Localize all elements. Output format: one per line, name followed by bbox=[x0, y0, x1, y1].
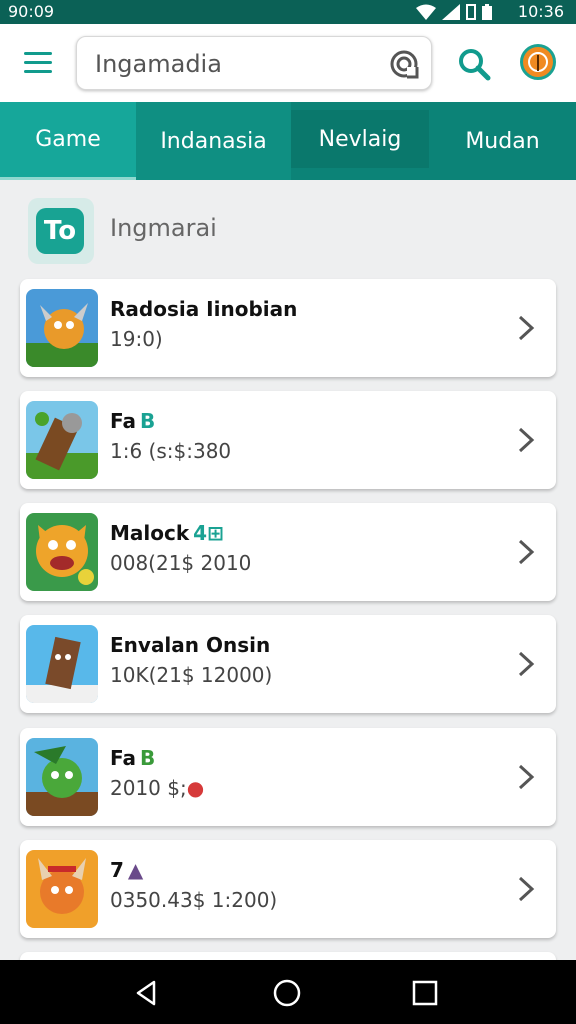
game-badge: B bbox=[140, 746, 156, 770]
search-icon[interactable] bbox=[456, 46, 492, 82]
chevron-right-icon[interactable] bbox=[516, 425, 536, 455]
game-name: Malock 4⊞ bbox=[110, 521, 224, 545]
category-icon-glyph: To bbox=[36, 208, 84, 254]
category-tabs: Game Indanasia Nevlaig Mudan bbox=[0, 102, 576, 180]
game-meta: 008(21$ 2010 bbox=[110, 551, 252, 575]
game-name: Envalan Onsin bbox=[110, 633, 271, 657]
game-badge: 4⊞ bbox=[193, 521, 224, 545]
game-thumbnail bbox=[26, 513, 98, 591]
chevron-right-icon[interactable] bbox=[516, 313, 536, 343]
chevron-right-icon[interactable] bbox=[516, 649, 536, 679]
category-header: To Ingmarai bbox=[0, 180, 576, 276]
list-item[interactable]: 7 ▲ 0350.43$ 1:200) bbox=[20, 840, 556, 938]
game-name: Radosia Iinobian bbox=[110, 297, 298, 321]
game-meta-badge: ● bbox=[186, 776, 205, 800]
tab-game[interactable]: Game bbox=[0, 102, 136, 180]
game-thumbnail bbox=[26, 401, 98, 479]
tab-indanasia[interactable]: Indanasia bbox=[136, 102, 291, 180]
category-title: Ingmarai bbox=[110, 214, 217, 242]
battery-icon bbox=[482, 4, 492, 20]
back-icon[interactable] bbox=[132, 978, 162, 1008]
game-thumbnail bbox=[26, 625, 98, 703]
recents-icon[interactable] bbox=[410, 978, 440, 1008]
game-badge: B bbox=[140, 409, 156, 433]
chevron-right-icon[interactable] bbox=[516, 762, 536, 792]
chevron-right-icon[interactable] bbox=[516, 537, 536, 567]
app-bar bbox=[0, 24, 576, 102]
signal-icon bbox=[442, 4, 460, 20]
avatar-mark-icon bbox=[528, 52, 548, 72]
game-meta: 2010 $;● bbox=[110, 776, 205, 800]
game-thumbnail bbox=[26, 850, 98, 928]
scan-icon[interactable] bbox=[389, 49, 419, 79]
game-name: Fa B bbox=[110, 746, 156, 770]
status-bar: 90:09 10:36 bbox=[0, 0, 576, 24]
status-time-left: 90:09 bbox=[8, 2, 55, 21]
tab-nevlaig[interactable]: Nevlaig bbox=[291, 110, 429, 168]
home-icon[interactable] bbox=[272, 978, 302, 1008]
chevron-right-icon[interactable] bbox=[516, 874, 536, 904]
avatar[interactable] bbox=[520, 44, 556, 80]
navigation-bar bbox=[0, 960, 576, 1024]
search-input[interactable] bbox=[93, 37, 387, 91]
vibrate-icon bbox=[466, 4, 476, 20]
status-icons bbox=[416, 4, 492, 20]
game-meta: 1:6 (s:$:380 bbox=[110, 439, 232, 463]
game-name: 7 ▲ bbox=[110, 858, 144, 882]
list-item[interactable]: Fa B 2010 $;● bbox=[20, 728, 556, 826]
game-badge: ▲ bbox=[127, 858, 144, 882]
tab-mudan[interactable]: Mudan bbox=[429, 102, 576, 180]
list-item[interactable]: Radosia Iinobian 19:0) bbox=[20, 279, 556, 377]
game-thumbnail bbox=[26, 738, 98, 816]
status-time-right: 10:36 bbox=[517, 2, 564, 21]
game-thumbnail bbox=[26, 289, 98, 367]
game-meta: 19:0) bbox=[110, 327, 163, 351]
menu-icon[interactable] bbox=[24, 52, 52, 74]
wifi-icon bbox=[416, 4, 436, 20]
game-name: Fa B bbox=[110, 409, 156, 433]
game-meta: 10K(21$ 12000) bbox=[110, 663, 273, 687]
category-icon: To bbox=[28, 198, 94, 264]
game-meta: 0350.43$ 1:200) bbox=[110, 888, 278, 912]
list-item[interactable]: Envalan Onsin 10K(21$ 12000) bbox=[20, 615, 556, 713]
list-item[interactable]: Fa B 1:6 (s:$:380 bbox=[20, 391, 556, 489]
search-box[interactable] bbox=[76, 36, 432, 91]
list-item-partial[interactable] bbox=[20, 952, 556, 960]
list-item[interactable]: Malock 4⊞ 008(21$ 2010 bbox=[20, 503, 556, 601]
